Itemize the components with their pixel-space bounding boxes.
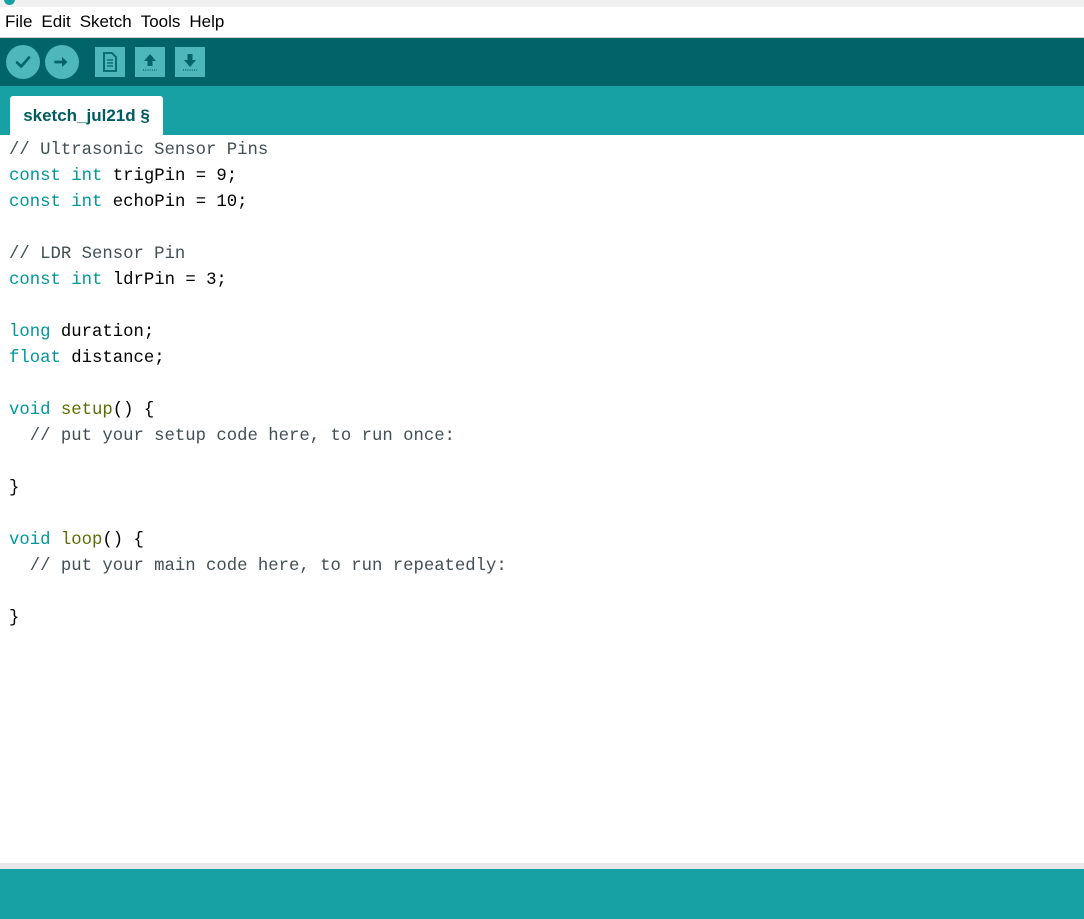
code-keyword: int [71,271,103,290]
code-token: } [9,609,20,628]
toolbar [0,38,1084,86]
code-comment: // put your main code here, to run repea… [9,557,507,576]
code-keyword: long [9,323,51,342]
code-token: echoPin = 10; [102,193,248,212]
code-line[interactable]: long duration; [9,320,507,346]
code-line[interactable]: // LDR Sensor Pin [9,242,507,268]
menu-file[interactable]: File [0,7,36,37]
new-icon [103,52,117,72]
code-keyword: int [71,167,103,186]
open-icon [143,54,157,71]
save-icon [183,54,197,71]
code-token: ldrPin = 3; [102,271,227,290]
new-button[interactable] [95,47,125,77]
code-line[interactable]: // Ultrasonic Sensor Pins [9,138,507,164]
code-line[interactable] [9,450,507,476]
app-icon [4,0,15,5]
menu-bar: File Edit Sketch Tools Help [0,7,1084,38]
menu-sketch[interactable]: Sketch [75,7,136,37]
menu-tools[interactable]: Tools [136,7,185,37]
code-line[interactable]: } [9,476,507,502]
code-keyword: int [71,193,103,212]
code-function: setup [60,401,113,420]
code-keyword: const [9,167,61,186]
code-text[interactable]: // Ultrasonic Sensor Pins const int trigP… [9,138,507,632]
status-bar [0,869,1084,919]
code-keyword: const [9,271,61,290]
code-line[interactable]: // put your setup code here, to run once… [9,424,507,450]
menu-edit[interactable]: Edit [36,7,74,37]
code-comment: // Ultrasonic Sensor Pins [9,141,269,160]
open-button[interactable] [135,47,165,77]
code-keyword: void [9,531,51,550]
tab-strip: sketch_jul21d § [0,86,1084,135]
code-line[interactable] [9,216,507,242]
code-comment: // LDR Sensor Pin [9,245,186,264]
code-editor[interactable]: // Ultrasonic Sensor Pins const int trigP… [0,135,1084,863]
code-token: } [9,479,20,498]
code-token: () { [112,401,155,420]
code-line[interactable]: const int echoPin = 10; [9,190,507,216]
menu-help[interactable]: Help [184,7,228,37]
verify-icon [15,56,31,68]
code-line[interactable]: const int ldrPin = 3; [9,268,507,294]
code-line[interactable]: float distance; [9,346,507,372]
verify-button[interactable] [6,45,40,79]
code-token: duration; [50,323,155,342]
code-comment: // put your setup code here, to run once… [9,427,455,446]
code-keyword: void [9,401,51,420]
code-token: trigPin = 9; [102,167,238,186]
code-line[interactable] [9,372,507,398]
code-line[interactable]: const int trigPin = 9; [9,164,507,190]
code-line[interactable]: void loop() { [9,528,507,554]
upload-button[interactable] [45,45,79,79]
code-token: () { [102,531,144,550]
code-line[interactable]: } [9,606,507,632]
code-keyword: const [9,193,61,212]
code-line[interactable]: // put your main code here, to run repea… [9,554,507,580]
save-button[interactable] [175,47,205,77]
code-function: loop [60,531,103,550]
code-keyword: float [9,349,61,368]
code-token: distance; [60,349,165,368]
code-line[interactable] [9,580,507,606]
code-line[interactable]: void setup() { [9,398,507,424]
upload-icon [54,57,68,67]
code-line[interactable] [9,502,507,528]
window-titlebar [0,0,1084,7]
tab-sketch[interactable]: sketch_jul21d § [10,96,163,135]
code-line[interactable] [9,294,507,320]
